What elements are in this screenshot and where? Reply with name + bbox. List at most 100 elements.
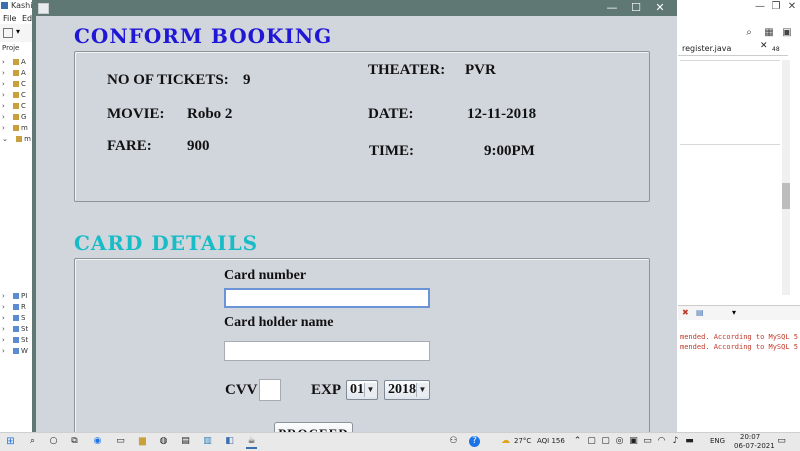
file-explorer-icon[interactable]: ▆	[137, 436, 148, 447]
project-explorer-tab[interactable]: Proje	[2, 44, 19, 52]
tree-item[interactable]: › G	[2, 113, 26, 121]
terminate-icon[interactable]: ✖	[682, 308, 689, 317]
windows-start-icon[interactable]: ⊞	[5, 436, 16, 447]
folder-icon	[12, 81, 19, 87]
close-button[interactable]: ✕	[648, 0, 672, 16]
tree-item[interactable]: › C	[2, 80, 26, 88]
clock-time[interactable]: 20:07	[740, 433, 760, 441]
eclipse-icon	[1, 2, 8, 9]
ide-minimize-button[interactable]: —	[753, 0, 767, 14]
language-indicator[interactable]: ENG	[710, 437, 725, 445]
tree-item[interactable]: › S	[2, 314, 26, 322]
wifi-icon[interactable]: ◠	[656, 436, 667, 447]
chevron-down-icon[interactable]: ▼	[416, 383, 428, 397]
obs-icon[interactable]: ◍	[158, 436, 169, 447]
perspective-icon[interactable]: ▦	[762, 26, 776, 40]
cvv-input[interactable]	[259, 379, 281, 401]
card-number-label: Card number	[224, 268, 307, 283]
close-tab-icon[interactable]: ✕	[760, 41, 768, 51]
tree-item[interactable]: › m	[2, 124, 28, 132]
ide-restore-button[interactable]: ❐	[769, 0, 783, 14]
new-file-icon[interactable]	[3, 28, 13, 38]
exp-year-select[interactable]: 2018 ▼	[384, 380, 430, 400]
date-label: DATE:	[368, 106, 414, 122]
project-icon	[12, 337, 19, 343]
tray-icon[interactable]: ▢	[586, 436, 597, 447]
folder-icon	[12, 59, 19, 65]
date-value: 12-11-2018	[467, 106, 537, 122]
windows-taskbar: ⊞ ⌕ ○ ⧉ ◉ ▭ ▆ ◍ ▤ ▥ ◧ ☕ ⚇ ? ☁ 27°C AQI 1…	[0, 432, 800, 451]
edge-browser-icon[interactable]: ◉	[92, 436, 103, 447]
terminal-icon[interactable]: ▭	[115, 436, 126, 447]
editor-tab-label: register.java	[682, 44, 732, 53]
tree-item[interactable]: › C	[2, 102, 26, 110]
search-icon[interactable]: ⌕	[742, 26, 756, 40]
editor-scrollbar[interactable]	[782, 60, 790, 295]
time-value: 9:00PM	[484, 143, 535, 159]
maximize-button[interactable]: ☐	[624, 0, 648, 16]
card-number-input[interactable]	[224, 288, 430, 308]
project-icon	[12, 315, 19, 321]
tree-item[interactable]: › PI	[2, 292, 27, 300]
project-icon	[12, 304, 19, 310]
time-label: TIME:	[369, 143, 414, 159]
aqi-text: AQI 156	[537, 437, 565, 445]
tree-item[interactable]: › R	[2, 303, 26, 311]
menu-edit[interactable]: Ed	[22, 14, 32, 23]
network-icon[interactable]: ◎	[614, 436, 625, 447]
menu-file[interactable]: File	[3, 14, 16, 23]
command-prompt-icon[interactable]: ▤	[180, 436, 191, 447]
editor-scroll-thumb[interactable]	[782, 183, 790, 209]
window-titlebar[interactable]: — ☐ ✕	[32, 0, 677, 16]
tree-item[interactable]: › A	[2, 58, 26, 66]
chevron-down-icon[interactable]: ▼	[364, 383, 376, 397]
project-icon	[12, 326, 19, 332]
tickets-label: NO OF TICKETS:	[107, 72, 229, 88]
java-taskbar-icon[interactable]: ☕	[246, 436, 257, 449]
temperature-text: 27°C	[514, 437, 532, 445]
clock-date[interactable]: 06-07-2021	[734, 442, 775, 450]
folder-icon	[12, 125, 19, 131]
console-menu-icon[interactable]: ▾	[732, 308, 736, 317]
card-details-title: CARD DETAILS	[74, 231, 259, 255]
exp-month-select[interactable]: 01 ▼	[346, 380, 378, 400]
people-icon[interactable]: ⚇	[448, 436, 459, 447]
volume-icon[interactable]: ♪	[670, 436, 681, 447]
movie-value: Robo 2	[187, 106, 233, 122]
cvv-label: CVV	[225, 382, 258, 398]
fare-value: 900	[187, 138, 210, 154]
package-explorer: Proje › A › A › C › C › C › G › m ⌄ m › …	[0, 42, 33, 432]
search-icon[interactable]: ⌕	[27, 436, 38, 447]
dropdown-icon[interactable]: ▾	[16, 27, 20, 36]
task-view-icon[interactable]: ⧉	[69, 436, 80, 447]
notification-icon[interactable]: ▭	[776, 436, 787, 447]
chevron-up-icon[interactable]: ⌃	[572, 436, 583, 447]
card-holder-input[interactable]	[224, 341, 430, 361]
app-icon[interactable]: ▥	[202, 436, 213, 447]
meet-icon[interactable]: ▣	[628, 436, 639, 447]
fare-label: FARE:	[107, 138, 152, 154]
window-frame	[32, 16, 36, 432]
cortana-icon[interactable]: ○	[48, 436, 59, 447]
tree-item[interactable]: › St	[2, 325, 28, 333]
tree-item[interactable]: › C	[2, 91, 26, 99]
editor-tab[interactable]: register.java ✕ 48	[678, 41, 788, 56]
tab-overflow-count: 48	[772, 46, 780, 53]
console-display-icon[interactable]: ▤	[696, 308, 704, 317]
ide-close-button[interactable]: ✕	[785, 0, 799, 14]
keyboard-icon[interactable]: ▬	[684, 436, 695, 447]
ide-title-text: Kashi	[11, 1, 33, 10]
tree-item[interactable]: › A	[2, 69, 26, 77]
tree-item[interactable]: ⌄ m	[2, 135, 31, 143]
tree-item[interactable]: › St	[2, 336, 28, 344]
exp-year-value: 2018	[388, 382, 416, 397]
help-icon[interactable]: ?	[469, 436, 480, 447]
minimize-button[interactable]: —	[600, 0, 624, 16]
tray-icon[interactable]: ▢	[600, 436, 611, 447]
java-perspective-icon[interactable]: ▣	[780, 26, 794, 40]
movie-label: MOVIE:	[107, 106, 165, 122]
editor-divider	[680, 144, 780, 145]
battery-icon[interactable]: ▭	[642, 436, 653, 447]
eclipse-taskbar-icon[interactable]: ◧	[224, 436, 235, 447]
tree-item[interactable]: › W	[2, 347, 28, 355]
